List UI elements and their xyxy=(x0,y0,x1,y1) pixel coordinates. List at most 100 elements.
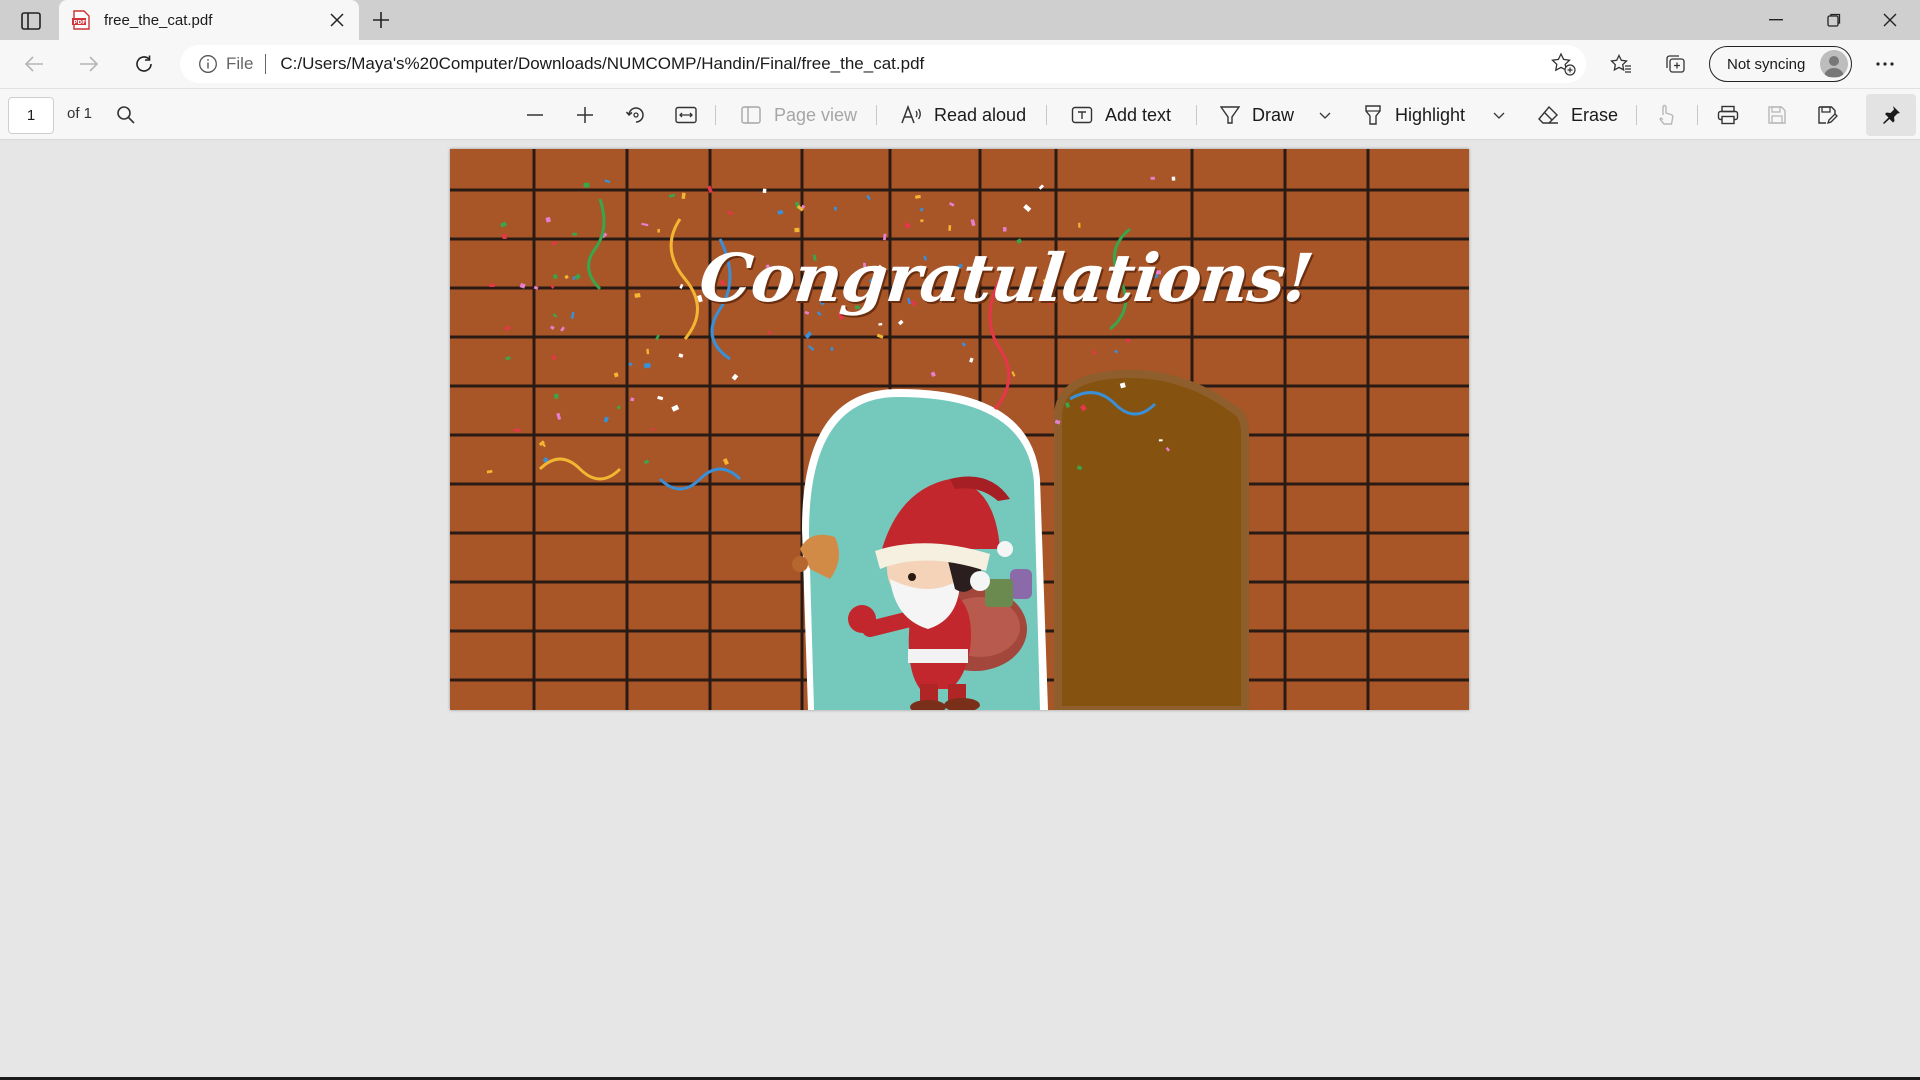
confetti-piece xyxy=(1091,349,1097,355)
touch-writing-button[interactable] xyxy=(1656,97,1676,133)
tab-strip: PDF free_the_cat.pdf xyxy=(0,0,1920,40)
fit-width-icon xyxy=(675,106,697,124)
page-view-button[interactable]: Page view xyxy=(740,97,857,133)
url-separator xyxy=(265,54,267,74)
profile-sync-button[interactable]: Not syncing xyxy=(1709,46,1852,82)
draw-button[interactable]: Draw xyxy=(1220,97,1294,133)
find-button[interactable] xyxy=(116,97,136,133)
print-button[interactable] xyxy=(1717,97,1739,133)
more-icon xyxy=(1876,62,1894,66)
confetti-piece xyxy=(572,232,577,236)
confetti-piece xyxy=(1158,439,1163,442)
confetti-piece xyxy=(613,372,619,378)
page-view-label: Page view xyxy=(774,104,858,125)
confetti-piece xyxy=(970,219,976,227)
settings-more-button[interactable] xyxy=(1867,48,1903,80)
favorites-icon xyxy=(1610,54,1631,73)
confetti-piece xyxy=(1150,176,1155,180)
rotate-button[interactable] xyxy=(625,97,647,133)
add-text-button[interactable]: Add text xyxy=(1071,97,1171,133)
confetti-piece xyxy=(549,325,555,330)
pin-toolbar-button[interactable] xyxy=(1866,94,1916,136)
confetti-piece xyxy=(646,348,650,355)
confetti-piece xyxy=(1078,222,1081,228)
confetti-piece xyxy=(948,225,952,231)
pdf-toolbar: 1 of 1 Page view Read aloud Add text Dra… xyxy=(0,88,1920,140)
refresh-button[interactable] xyxy=(126,48,162,80)
erase-button[interactable]: Erase xyxy=(1537,97,1618,133)
add-text-label: Add text xyxy=(1105,104,1172,125)
highlight-options-dropdown[interactable] xyxy=(1492,97,1506,133)
active-tab[interactable]: PDF free_the_cat.pdf xyxy=(59,0,359,40)
chevron-down-icon xyxy=(1493,112,1505,119)
confetti-piece xyxy=(830,347,834,351)
confetti-piece xyxy=(678,353,684,358)
confetti-ribbon xyxy=(587,198,606,291)
confetti-piece xyxy=(504,325,511,332)
confetti-ribbon xyxy=(538,457,622,481)
zoom-in-button[interactable] xyxy=(575,97,595,133)
confetti-piece xyxy=(1125,338,1131,344)
confetti-piece xyxy=(948,202,955,207)
minimize-button[interactable] xyxy=(1748,0,1804,40)
refresh-icon xyxy=(136,55,152,72)
confetti-piece xyxy=(726,210,733,216)
new-tab-button[interactable] xyxy=(366,6,396,34)
highlight-button[interactable]: Highlight xyxy=(1363,97,1465,133)
toolbar-divider xyxy=(1697,105,1698,125)
confetti-piece xyxy=(878,323,883,326)
highlighter-icon xyxy=(1365,105,1381,125)
favorites-button[interactable] xyxy=(1603,48,1639,80)
toolbar-divider xyxy=(1046,105,1047,125)
toolbar-divider xyxy=(1196,105,1197,125)
pdf-viewer-canvas[interactable]: Congratulations! xyxy=(0,141,1920,1080)
confetti-piece xyxy=(554,393,559,399)
congratulations-heading: Congratulations! xyxy=(695,239,1317,317)
close-tab-button[interactable] xyxy=(325,8,349,32)
fit-to-width-button[interactable] xyxy=(675,97,697,133)
confetti-piece xyxy=(560,326,565,332)
confetti-piece xyxy=(634,292,641,298)
info-icon[interactable] xyxy=(198,54,218,74)
confetti-piece xyxy=(833,206,837,211)
restore-icon xyxy=(1827,13,1841,27)
address-bar[interactable]: File C:/Users/Maya's%20Computer/Download… xyxy=(180,45,1586,83)
rotate-icon xyxy=(625,107,644,123)
draw-options-dropdown[interactable] xyxy=(1318,97,1332,133)
chevron-down-icon xyxy=(1319,112,1331,119)
confetti-piece xyxy=(574,273,581,280)
confetti-piece xyxy=(731,373,739,381)
confetti-piece xyxy=(969,357,974,363)
confetti-piece xyxy=(603,416,609,423)
collections-button[interactable] xyxy=(1657,48,1693,80)
confetti-piece xyxy=(777,209,784,215)
draw-pen-icon xyxy=(1220,106,1240,124)
plus-icon xyxy=(577,107,593,123)
forward-button[interactable] xyxy=(71,48,107,80)
confetti-piece xyxy=(643,362,651,369)
restore-button[interactable] xyxy=(1806,0,1862,40)
confetti-piece xyxy=(1171,176,1176,181)
read-aloud-button[interactable]: Read aloud xyxy=(900,97,1026,133)
toolbar-divider xyxy=(715,105,716,125)
confetti-piece xyxy=(583,182,590,188)
url-text[interactable]: C:/Users/Maya's%20Computer/Downloads/NUM… xyxy=(280,54,924,74)
confetti-piece xyxy=(630,397,635,402)
page-number-input[interactable]: 1 xyxy=(8,97,54,134)
close-icon xyxy=(330,13,344,27)
confetti-ribbon xyxy=(658,467,742,491)
close-window-button[interactable] xyxy=(1862,0,1918,40)
back-button[interactable] xyxy=(16,48,52,80)
arrow-left-icon xyxy=(24,56,43,72)
save-as-button[interactable] xyxy=(1817,97,1839,133)
confetti-piece xyxy=(513,428,521,432)
add-favorite-icon[interactable] xyxy=(1550,52,1576,76)
toolbar-divider xyxy=(876,105,877,125)
confetti-piece xyxy=(552,313,558,318)
confetti-piece xyxy=(722,458,729,466)
pdf-file-icon: PDF xyxy=(72,10,90,30)
tab-actions-button[interactable] xyxy=(14,8,48,34)
zoom-out-button[interactable] xyxy=(525,97,545,133)
save-button[interactable] xyxy=(1767,97,1787,133)
close-icon xyxy=(1883,13,1897,27)
